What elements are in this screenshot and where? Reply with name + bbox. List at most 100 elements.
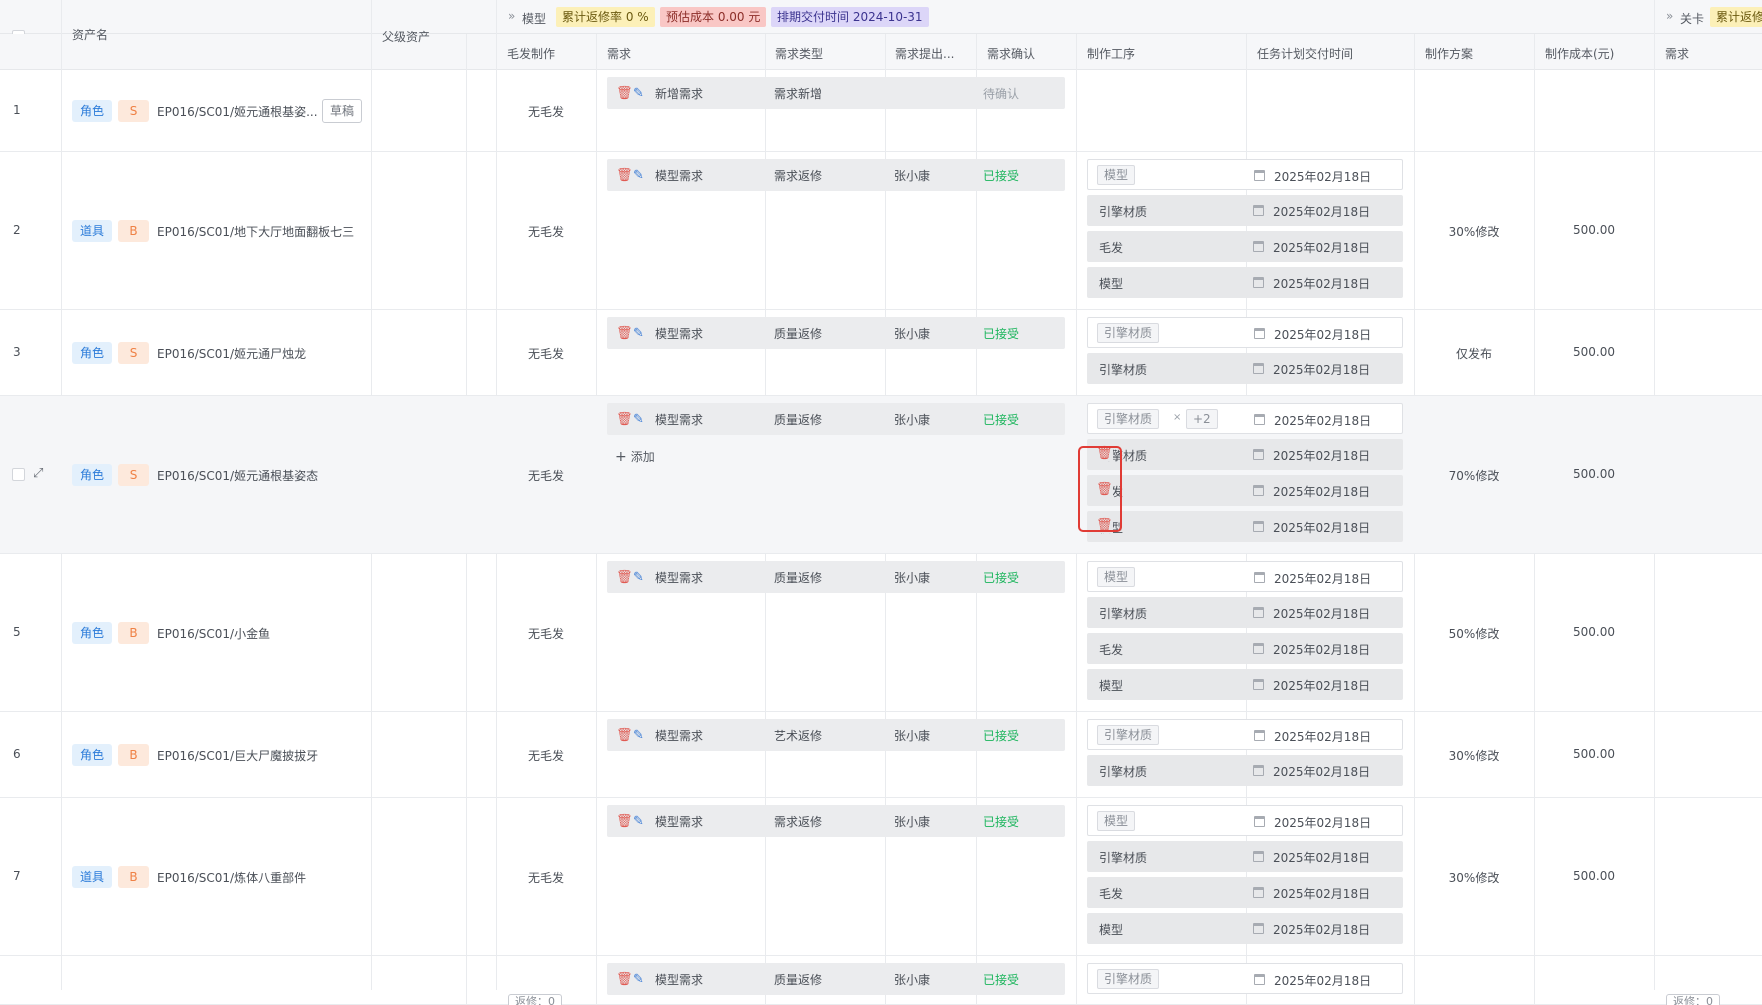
delete-icon[interactable]: 🗑 xyxy=(616,412,633,427)
process-item[interactable]: 引擎材质 2025年02月18日 xyxy=(1087,963,1403,994)
asset-name[interactable]: EP016/SC01/姬元通根基姿态 xyxy=(157,467,318,484)
delete-icon[interactable]: 🗑 xyxy=(616,168,633,183)
col-req[interactable]: 需求 xyxy=(607,45,631,62)
asset-name[interactable]: EP016/SC01/姬元通根基姿... xyxy=(157,103,318,120)
asset-type-tag: 角色 xyxy=(72,342,113,364)
process-item[interactable]: 模型 2025年02月18日 xyxy=(1087,267,1403,298)
asset-name[interactable]: EP016/SC01/姬元通尸烛龙 xyxy=(157,345,306,362)
edit-icon[interactable]: ✎ xyxy=(633,86,644,101)
process-date: 2025年02月18日 xyxy=(1273,607,1371,621)
process-item[interactable]: 毛发 2025年02月18日 xyxy=(1087,231,1403,262)
row-index: 2 xyxy=(13,223,21,237)
process-item[interactable]: 模型 2025年02月18日 xyxy=(1087,159,1403,190)
process-item[interactable]: 引擎材质 2025年02月18日 xyxy=(1087,719,1403,750)
col-cost[interactable]: 制作成本(元) xyxy=(1545,45,1614,62)
expand-icon[interactable]: ⤢ xyxy=(33,466,43,481)
header-group-row: » 模型 累计返修率 0 % 预估成本 0.00 元 排期交付时间 2024-1… xyxy=(0,0,1762,43)
delete-icon[interactable]: 🗑 xyxy=(616,814,633,829)
edit-icon[interactable]: ✎ xyxy=(633,728,644,743)
edit-icon[interactable]: ✎ xyxy=(633,412,644,427)
col-req-confirm[interactable]: 需求确认 xyxy=(987,45,1035,62)
process-item[interactable]: 模型 2025年02月18日 xyxy=(1087,561,1403,592)
asset-name[interactable]: EP016/SC01/炼体八重部件 xyxy=(157,869,306,886)
hair-value: 无毛发 xyxy=(527,347,564,361)
process-item[interactable]: 毛发 2025年02月18日 xyxy=(1087,633,1403,664)
calendar-icon xyxy=(1253,923,1264,934)
edit-icon[interactable]: ✎ xyxy=(633,570,644,585)
edit-icon[interactable]: ✎ xyxy=(633,168,644,183)
calendar-icon xyxy=(1253,607,1264,618)
delete-icon[interactable]: 🗑 xyxy=(616,972,633,987)
process-date: 2025年02月18日 xyxy=(1274,170,1372,184)
col-hair[interactable]: 毛发制作 xyxy=(507,45,555,62)
process-item[interactable]: 模型 2025年02月18日 xyxy=(1087,805,1403,836)
process-date: 2025年02月18日 xyxy=(1273,923,1371,937)
col-req-by[interactable]: 需求提出... xyxy=(895,45,954,62)
requirement-by: 张小康 xyxy=(894,815,931,829)
process-date: 2025年02月18日 xyxy=(1273,643,1371,657)
process-item[interactable]: 毛发 2025年02月18日 xyxy=(1087,877,1403,908)
col-asset-name[interactable]: 资产名 xyxy=(72,26,108,43)
est-cost-badge: 预估成本 0.00 元 xyxy=(660,7,767,27)
col-parent-asset[interactable]: 父级资产 xyxy=(382,28,430,45)
asset-level-tag: S xyxy=(118,100,149,122)
cost-value: 500.00 xyxy=(1573,747,1615,761)
process-date: 2025年02月18日 xyxy=(1273,679,1371,693)
delete-icon[interactable]: 🗑 xyxy=(616,728,633,743)
process-item[interactable]: 引擎材质 🗑 2025年02月18日 xyxy=(1087,439,1403,470)
requirement-bar: 🗑 ✎ 模型需求 需求返修 张小康 已接受 xyxy=(607,159,1065,191)
expand-chevron-icon[interactable]: » xyxy=(1666,9,1673,23)
process-item[interactable]: 模型🗑2025年02月18日 xyxy=(1087,511,1403,542)
requirement-name: 模型需求 xyxy=(655,973,704,987)
requirement-by: 张小康 xyxy=(894,729,931,743)
row-index: 5 xyxy=(13,625,21,639)
process-tag: 模型 xyxy=(1097,811,1136,831)
process-item[interactable]: 模型 2025年02月18日 xyxy=(1087,913,1403,944)
calendar-icon xyxy=(1253,485,1264,496)
process-item[interactable]: 模型 2025年02月18日 xyxy=(1087,669,1403,700)
process-name: 引擎材质 xyxy=(1099,205,1148,219)
row-checkbox[interactable] xyxy=(12,468,25,481)
process-more-tag: +2 xyxy=(1186,409,1218,429)
col-plan-time[interactable]: 任务计划交付时间 xyxy=(1257,45,1353,62)
process-item[interactable]: 引擎材质 2025年02月18日 xyxy=(1087,755,1403,786)
calendar-icon xyxy=(1254,974,1265,985)
process-date: 2025年02月18日 xyxy=(1273,521,1371,535)
process-item[interactable]: 引擎材质 2025年02月18日 xyxy=(1087,353,1403,384)
asset-name[interactable]: EP016/SC01/巨大尸魔披拔牙 xyxy=(157,747,318,764)
delete-icon[interactable]: 🗑 xyxy=(616,86,633,101)
edit-icon[interactable]: ✎ xyxy=(633,326,644,341)
process-tag: 模型 xyxy=(1097,567,1136,587)
delete-icon[interactable]: 🗑 xyxy=(616,570,633,585)
process-date: 2025年02月18日 xyxy=(1273,277,1371,291)
col-req2[interactable]: 需求 xyxy=(1665,45,1689,62)
process-item[interactable]: 引擎材质 × +2 2025年02月18日 xyxy=(1087,403,1403,434)
process-item[interactable]: 引擎材质 2025年02月18日 xyxy=(1087,597,1403,628)
col-process[interactable]: 制作工序 xyxy=(1087,45,1135,62)
requirement-by: 张小康 xyxy=(894,973,931,987)
process-item[interactable]: 引擎材质 2025年02月18日 xyxy=(1087,841,1403,872)
process-item[interactable]: 引擎材质 2025年02月18日 xyxy=(1087,195,1403,226)
col-req-type[interactable]: 需求类型 xyxy=(775,45,823,62)
asset-name[interactable]: EP016/SC01/小金鱼 xyxy=(157,625,270,642)
cost-value: 500.00 xyxy=(1573,467,1615,481)
calendar-icon xyxy=(1254,328,1265,339)
add-requirement-button[interactable]: + 添加 xyxy=(615,448,655,465)
expand-chevron-icon[interactable]: » xyxy=(508,9,515,23)
asset-type-tag: 角色 xyxy=(72,464,113,486)
edit-icon[interactable]: ✎ xyxy=(633,972,644,987)
draft-button[interactable]: 草稿 xyxy=(322,99,363,123)
hair-value: 无毛发 xyxy=(527,225,564,239)
process-item[interactable]: 引擎材质 2025年02月18日 xyxy=(1087,317,1403,348)
requirement-type: 质量返修 xyxy=(774,327,823,341)
delete-icon[interactable]: 🗑 xyxy=(616,326,633,341)
asset-level-tag: S xyxy=(118,342,149,364)
requirement-type: 艺术返修 xyxy=(774,729,823,743)
col-plan[interactable]: 制作方案 xyxy=(1425,45,1473,62)
calendar-icon xyxy=(1254,170,1265,181)
return-count-right: 返修：0 xyxy=(1666,994,1720,1005)
asset-name[interactable]: EP016/SC01/地下大厅地面翻板七三 xyxy=(157,223,354,240)
process-item[interactable]: 毛发🗑2025年02月18日 xyxy=(1087,475,1403,506)
remove-tag-icon[interactable]: × xyxy=(1173,412,1181,423)
edit-icon[interactable]: ✎ xyxy=(633,814,644,829)
